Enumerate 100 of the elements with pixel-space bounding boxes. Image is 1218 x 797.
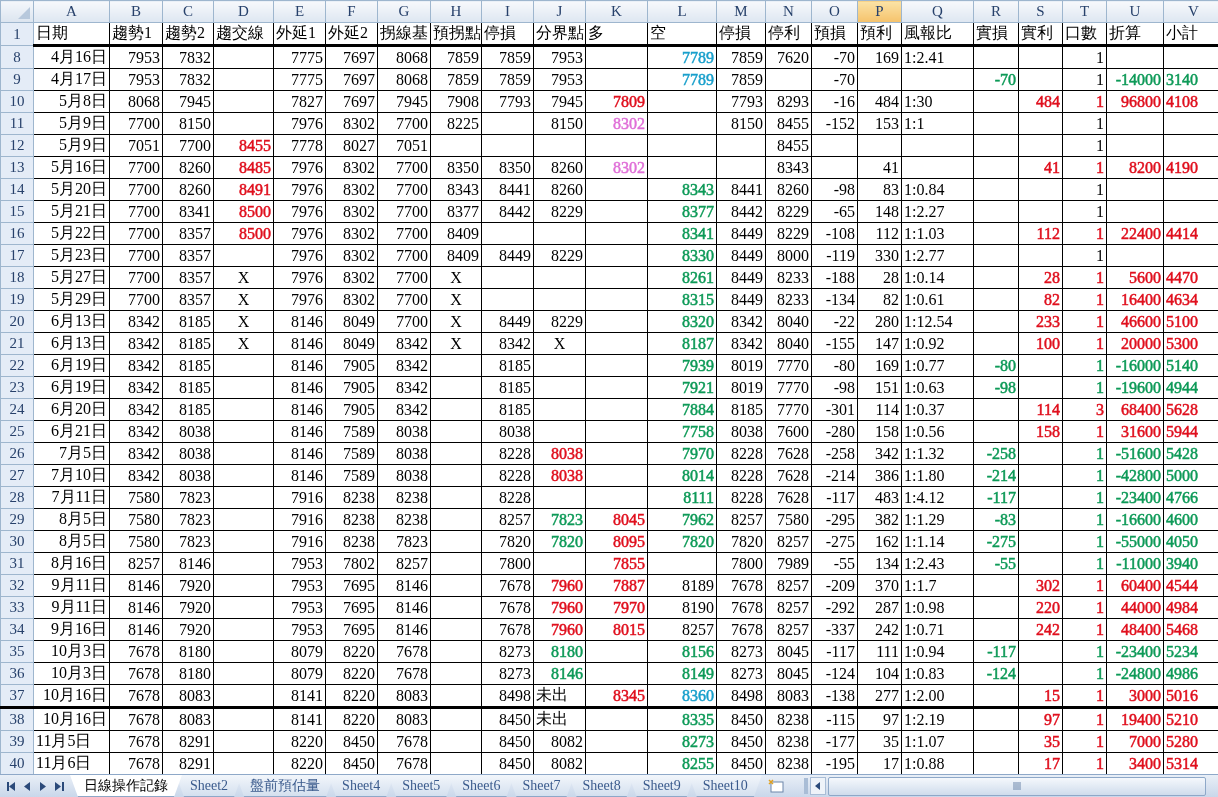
table-cell: 7697: [325, 90, 378, 113]
row-header[interactable]: 10: [0, 90, 34, 113]
table-cell: 8341: [162, 200, 214, 223]
table-cell: 8038: [716, 420, 766, 443]
table-cell: 280: [857, 310, 902, 333]
table-cell: 7920: [162, 618, 214, 641]
row-header[interactable]: 16: [0, 222, 34, 245]
table-cell: 8038: [162, 464, 214, 487]
table-cell: 8350: [430, 156, 482, 179]
row-header[interactable]: 31: [0, 552, 34, 575]
column-header[interactable]: C: [162, 0, 214, 23]
table-cell: 82: [857, 288, 902, 311]
table-cell: 484: [857, 90, 902, 113]
row-header[interactable]: 22: [0, 354, 34, 377]
table-cell: 8146: [377, 574, 431, 597]
row-header[interactable]: 32: [0, 574, 34, 597]
row-header[interactable]: 14: [0, 178, 34, 201]
row-header[interactable]: 26: [0, 442, 34, 465]
table-cell: 48400: [1106, 618, 1164, 641]
scroll-left-button[interactable]: [809, 777, 826, 795]
table-cell: 7678: [109, 707, 163, 731]
column-header[interactable]: L: [647, 0, 717, 23]
table-cell: 8342: [109, 376, 163, 399]
table-cell: 7905: [325, 398, 378, 421]
table-cell: 8038: [481, 420, 534, 443]
table-cell: 7945: [377, 90, 431, 113]
column-header[interactable]: D: [213, 0, 274, 23]
row-header[interactable]: 23: [0, 376, 34, 399]
column-header[interactable]: U: [1106, 0, 1164, 23]
row-header[interactable]: 30: [0, 530, 34, 553]
table-cell: 風報比: [901, 22, 974, 46]
row-header[interactable]: 24: [0, 398, 34, 421]
table-cell: 7700: [377, 112, 431, 135]
table-cell: 8150: [533, 112, 586, 135]
row-header[interactable]: 27: [0, 464, 34, 487]
column-header[interactable]: M: [716, 0, 766, 23]
row-header[interactable]: 28: [0, 486, 34, 509]
row-header[interactable]: 8: [0, 45, 34, 69]
row-header[interactable]: 20: [0, 310, 34, 333]
table-cell: 1: [1062, 442, 1107, 465]
row-header[interactable]: 38: [0, 707, 34, 731]
table-cell: 6月20日: [33, 398, 110, 421]
row-header[interactable]: 9: [0, 68, 34, 91]
table-cell: 7976: [273, 266, 326, 289]
table-cell: 8233: [765, 288, 812, 311]
row-header[interactable]: 40: [0, 752, 34, 774]
column-header[interactable]: P: [857, 0, 902, 23]
table-cell: -337: [811, 618, 858, 641]
column-header[interactable]: Q: [901, 0, 974, 23]
table-cell: 8238: [377, 508, 431, 531]
column-header[interactable]: E: [273, 0, 326, 23]
column-header[interactable]: N: [765, 0, 812, 23]
row-header[interactable]: 18: [0, 266, 34, 289]
table-cell: 8068: [377, 45, 431, 69]
row-header[interactable]: 21: [0, 332, 34, 355]
column-header[interactable]: A: [33, 0, 110, 23]
column-header[interactable]: I: [481, 0, 534, 23]
column-header[interactable]: K: [585, 0, 648, 23]
scrollbar-thumb[interactable]: [827, 776, 1206, 796]
table-cell: -177: [811, 730, 858, 753]
row-header[interactable]: 17: [0, 244, 34, 267]
table-cell: 8038: [377, 464, 431, 487]
column-header[interactable]: S: [1018, 0, 1063, 23]
column-header[interactable]: J: [533, 0, 586, 23]
row-header[interactable]: 1: [0, 22, 34, 46]
splitter-handle[interactable]: [803, 778, 808, 794]
row-header[interactable]: 36: [0, 662, 34, 685]
table-cell: -23400: [1106, 486, 1164, 509]
table-cell: 8377: [430, 200, 482, 223]
table-cell: 1: [1062, 376, 1107, 399]
table-cell: 169: [857, 45, 902, 69]
column-header[interactable]: B: [109, 0, 163, 23]
table-cell: 370: [857, 574, 902, 597]
row-header[interactable]: 35: [0, 640, 34, 663]
table-cell: 7月5日: [33, 442, 110, 465]
row-header[interactable]: 13: [0, 156, 34, 179]
row-header[interactable]: 29: [0, 508, 34, 531]
row-header[interactable]: 34: [0, 618, 34, 641]
table-cell: 6月21日: [33, 420, 110, 443]
row-header[interactable]: 39: [0, 730, 34, 753]
table-cell: 7678: [481, 596, 534, 619]
table-cell: 7823: [162, 486, 214, 509]
column-header[interactable]: V: [1163, 0, 1218, 23]
row-header[interactable]: 15: [0, 200, 34, 223]
column-header[interactable]: O: [811, 0, 858, 23]
row-header[interactable]: 33: [0, 596, 34, 619]
column-header[interactable]: H: [430, 0, 482, 23]
row-header[interactable]: 12: [0, 134, 34, 157]
column-header[interactable]: F: [325, 0, 378, 23]
table-cell: 1: [1062, 156, 1107, 179]
sheet-tab[interactable]: 日線操作記錄: [70, 775, 182, 797]
table-cell: 7945: [533, 90, 586, 113]
column-header[interactable]: R: [973, 0, 1019, 23]
row-header[interactable]: 11: [0, 112, 34, 135]
row-header[interactable]: 25: [0, 420, 34, 443]
column-header[interactable]: G: [377, 0, 431, 23]
table-cell: -42800: [1106, 464, 1164, 487]
table-cell: 1: [1062, 45, 1107, 69]
column-header[interactable]: T: [1062, 0, 1107, 23]
row-header[interactable]: 19: [0, 288, 34, 311]
